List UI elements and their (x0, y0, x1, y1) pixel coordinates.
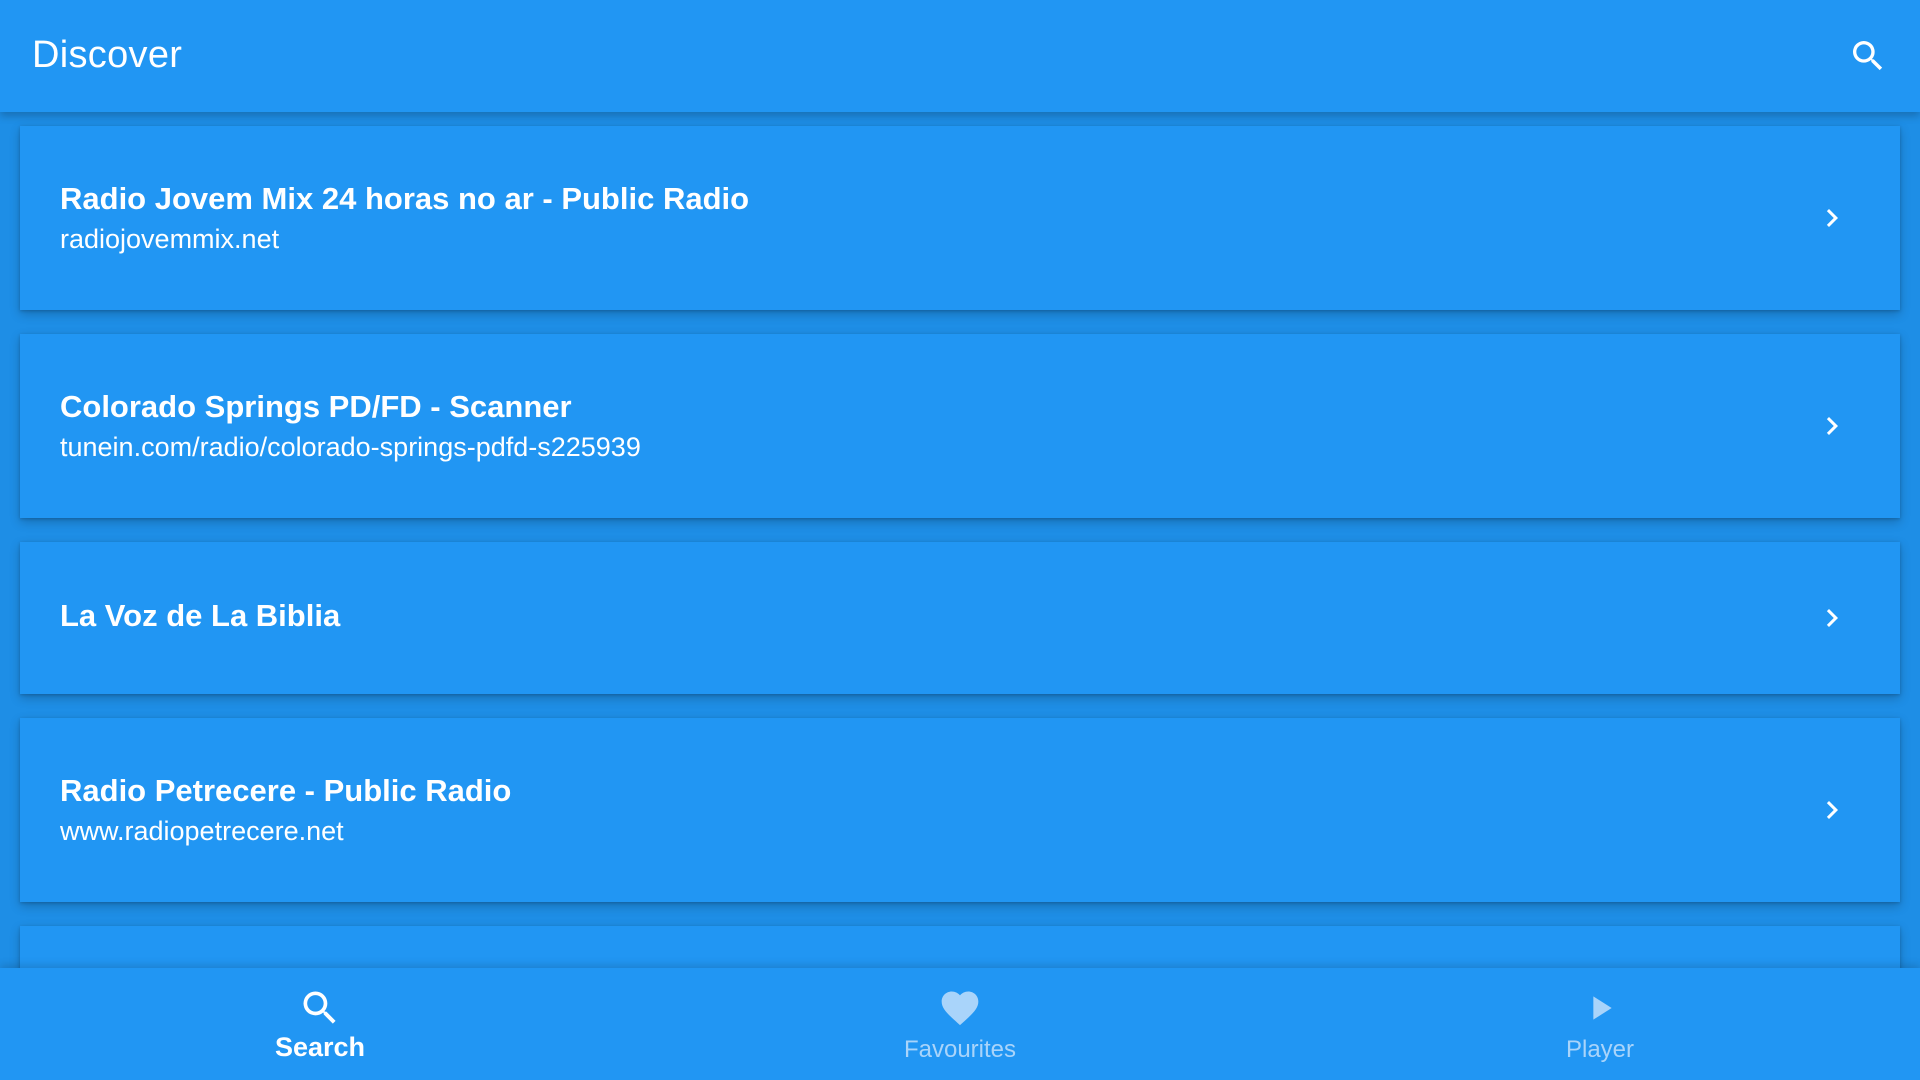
station-url: tunein.com/radio/colorado-springs-pdfd-s… (60, 432, 641, 462)
nav-label-player: Player (1565, 1036, 1635, 1063)
app-window: Discover Radio Jovem Mix 24 horas no ar … (0, 0, 1920, 1080)
station-card[interactable]: La Voz de La Biblia (20, 542, 1900, 694)
station-title: La Voz de La Biblia (60, 598, 341, 633)
play-icon (1578, 986, 1622, 1030)
station-url: www.radiopetrecere.net (60, 816, 344, 846)
station-title: Colorado Springs PD/FD - Scanner (60, 389, 572, 424)
station-card[interactable]: Radio Petrecere - Public Radio www.radio… (20, 718, 1900, 902)
station-title: Radio Petrecere - Public Radio (60, 773, 512, 808)
nav-label-search: Search (274, 1032, 366, 1062)
page-title: Discover (32, 34, 183, 76)
station-list: Radio Jovem Mix 24 horas no ar - Public … (20, 126, 1900, 1080)
search-icon (298, 986, 342, 1030)
search-button[interactable] (1844, 32, 1892, 80)
bottom-navigation: Search Favourites Player (0, 968, 1920, 1080)
chevron-right-icon (1814, 792, 1850, 828)
chevron-right-icon (1814, 408, 1850, 444)
search-icon (1853, 41, 1883, 71)
app-bar: Discover (0, 0, 1920, 112)
station-card[interactable]: Colorado Springs PD/FD - Scanner tunein.… (20, 334, 1900, 518)
station-title: Radio Jovem Mix 24 horas no ar - Public … (60, 181, 750, 216)
nav-tab-player[interactable]: Player (1280, 968, 1920, 1080)
station-url: radiojovemmix.net (60, 224, 280, 254)
nav-label-favourites: Favourites (903, 1036, 1017, 1063)
nav-tab-favourites[interactable]: Favourites (640, 968, 1280, 1080)
heart-icon (938, 986, 982, 1030)
station-card[interactable]: Radio Jovem Mix 24 horas no ar - Public … (20, 126, 1900, 310)
chevron-right-icon (1814, 200, 1850, 236)
chevron-right-icon (1814, 600, 1850, 636)
nav-tab-search[interactable]: Search (0, 968, 640, 1080)
